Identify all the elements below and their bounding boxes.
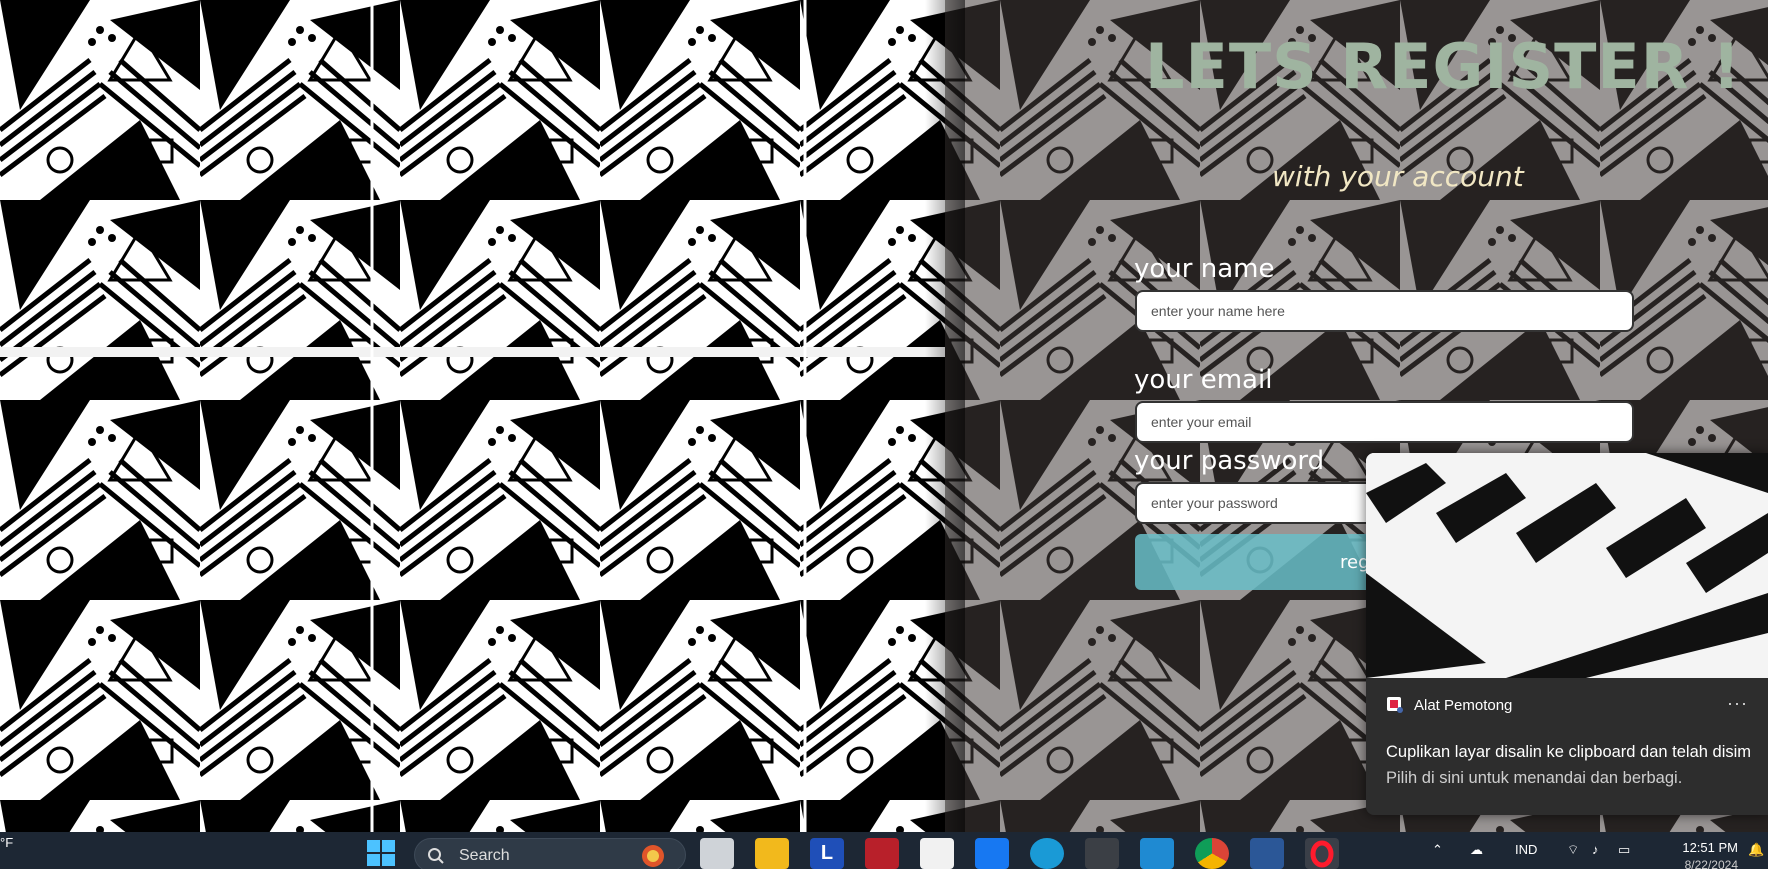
email-input[interactable]: [1135, 401, 1634, 443]
clock-date: 8/22/2024: [1684, 858, 1738, 869]
language-indicator[interactable]: IND: [1515, 842, 1537, 857]
taskbar-search[interactable]: Search: [414, 838, 686, 869]
name-input[interactable]: [1135, 290, 1634, 332]
cloud-icon[interactable]: ☁: [1470, 842, 1483, 858]
edge-icon[interactable]: [1030, 838, 1064, 869]
weather-temp: °F: [0, 835, 14, 850]
opera-logo-icon: [1310, 840, 1334, 868]
email-label: your email: [1134, 365, 1273, 395]
screenshot-preview[interactable]: [1366, 453, 1768, 678]
taskbar: °F Search L ⌃ ☁ IND ⌔ ♪ ▭ 12:51 PM 8/22/…: [0, 832, 1768, 869]
weather-widget[interactable]: °F: [0, 836, 13, 850]
l-app-icon[interactable]: L: [810, 838, 844, 869]
vscode-icon[interactable]: [1140, 838, 1174, 869]
more-options-icon[interactable]: ···: [1727, 693, 1748, 714]
notification-app: Alat Pemotong: [1386, 696, 1512, 714]
volume-icon[interactable]: ♪: [1592, 842, 1599, 857]
clock-time: 12:51 PM: [1682, 840, 1738, 855]
clock[interactable]: 12:51 PM 8/22/2024: [1668, 840, 1738, 869]
chrome-icon[interactable]: [1195, 838, 1229, 869]
preview-image: [1366, 453, 1768, 678]
notification-subtext: Pilih di sini untuk menandai dan berbagi…: [1386, 769, 1683, 787]
snipping-tool-icon: [1387, 697, 1403, 713]
snipping-notification[interactable]: Alat Pemotong ··· Cuplikan layar disalin…: [1366, 453, 1768, 815]
store-icon[interactable]: [920, 838, 954, 869]
notification-app-name: Alat Pemotong: [1414, 696, 1513, 714]
dropbox-icon[interactable]: [975, 838, 1009, 869]
page-subtitle: with your account: [1272, 160, 1524, 193]
notification-message: Cuplikan layar disalin ke clipboard dan …: [1386, 743, 1752, 761]
wifi-icon[interactable]: ⌔: [1567, 842, 1579, 858]
name-label: your name: [1134, 254, 1275, 284]
opera-icon[interactable]: [1305, 838, 1339, 869]
mail-icon[interactable]: [865, 838, 899, 869]
word-icon[interactable]: [1250, 838, 1284, 869]
terminal-icon[interactable]: [1085, 838, 1119, 869]
search-highlight-icon: [642, 845, 664, 867]
search-label: Search: [459, 847, 510, 864]
folder-icon[interactable]: [755, 838, 789, 869]
password-label: your password: [1134, 446, 1325, 476]
battery-icon[interactable]: ▭: [1618, 842, 1630, 858]
file-explorer-icon[interactable]: [700, 838, 734, 869]
windows-start-icon[interactable]: [366, 839, 396, 867]
search-icon: [428, 848, 444, 864]
panel-divider: [925, 0, 965, 832]
page-title: LETS REGISTER !: [1145, 30, 1742, 103]
notification-bell-icon[interactable]: 🔔: [1748, 842, 1764, 858]
chevron-up-icon[interactable]: ⌃: [1432, 842, 1443, 858]
